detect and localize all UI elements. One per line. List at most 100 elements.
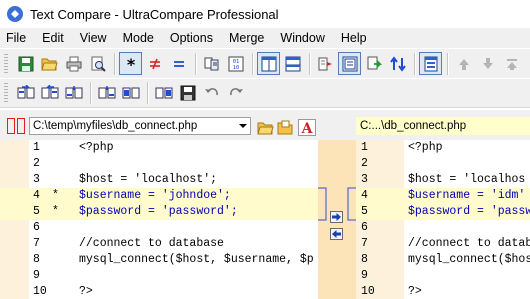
menu-mode[interactable]: Mode <box>115 28 162 48</box>
right-editor-pane[interactable]: 1 <?php 2 3 $host = 'localhos 4 $username = 'i… <box>356 140 530 299</box>
copy-right-to-left-icon[interactable] <box>38 82 61 105</box>
chevron-down-icon[interactable] <box>239 124 247 128</box>
merge-right-button[interactable] <box>330 211 343 223</box>
left-line-9[interactable]: 9 <box>0 268 318 284</box>
left-file-marker <box>7 118 15 134</box>
line-number: 10 <box>33 285 47 298</box>
redo-icon[interactable] <box>224 82 247 105</box>
right-line-7[interactable]: 7 //connect to datab <box>356 236 530 252</box>
merge-icon[interactable] <box>314 52 337 75</box>
difference-marker: * <box>52 205 59 218</box>
line-number: 9 <box>361 269 368 282</box>
toolbar-grip[interactable] <box>4 53 8 74</box>
two-pane-icon[interactable] <box>257 52 280 75</box>
compare-icon[interactable] <box>200 52 223 75</box>
right-file-marker <box>17 118 25 134</box>
previous-difference-icon[interactable] <box>452 52 475 75</box>
line-number: 7 <box>361 237 368 250</box>
right-line-3[interactable]: 3 $host = 'localhos <box>356 172 530 188</box>
first-difference-icon[interactable] <box>500 52 523 75</box>
svg-text:10: 10 <box>232 65 239 71</box>
title-bar: Text Compare - UltraCompare Professional <box>0 0 530 28</box>
toolbar-separator <box>309 52 310 75</box>
left-line-8[interactable]: 8 mysql_connect($host, $username, $p <box>0 252 318 268</box>
left-line-3[interactable]: 3 $host = 'localhost'; <box>0 172 318 188</box>
left-line-10[interactable]: 10 ?> <box>0 284 318 299</box>
code-text: <?php <box>408 141 443 154</box>
left-line-6[interactable]: 6 <box>0 220 318 236</box>
right-line-4[interactable]: 4 $username = 'idm' <box>356 188 530 204</box>
print-icon[interactable] <box>62 52 85 75</box>
binary-compare-icon[interactable]: 01 10 <box>224 52 247 75</box>
menu-edit[interactable]: Edit <box>34 28 72 48</box>
next-difference-icon[interactable] <box>476 52 499 75</box>
show-all-icon[interactable]: * <box>119 52 142 75</box>
view-mode-icon[interactable] <box>338 52 361 75</box>
menu-file[interactable]: File <box>0 28 34 48</box>
open-folder-icon[interactable] <box>38 52 61 75</box>
right-line-9[interactable]: 9 <box>356 268 530 284</box>
left-line-5[interactable]: 5 * $password = 'password'; <box>0 204 318 220</box>
save-icon[interactable] <box>14 52 37 75</box>
arrow-right-icon <box>332 213 341 221</box>
single-pane-icon[interactable] <box>419 52 442 75</box>
menu-options[interactable]: Options <box>162 28 221 48</box>
left-path-combo[interactable]: C:\temp\myfiles\db_connect.php <box>29 117 251 135</box>
copy-block-right-icon[interactable] <box>152 82 175 105</box>
menu-help[interactable]: Help <box>333 28 375 48</box>
copy-left-to-right-icon[interactable] <box>14 82 37 105</box>
svg-text:A: A <box>300 121 313 136</box>
line-number: 3 <box>33 173 40 186</box>
right-path-text: C:...\db_connect.php <box>360 120 467 132</box>
right-line-2[interactable]: 2 <box>356 156 530 172</box>
menu-bar: File Edit View Mode Options Merge Window… <box>0 28 530 48</box>
left-editor-pane[interactable]: 1 <?php 2 3 $host = 'localhost'; 4 * $username … <box>0 140 318 299</box>
code-text: <?php <box>79 141 114 154</box>
line-number: 3 <box>361 173 368 186</box>
code-text: mysql_connect($host, $username, $p <box>79 253 314 266</box>
code-text: $username = 'idm' <box>408 189 526 202</box>
sync-icon[interactable] <box>362 52 385 75</box>
right-line-1[interactable]: 1 <?php <box>356 140 530 156</box>
left-line-2[interactable]: 2 <box>0 156 318 172</box>
left-line-7[interactable]: 7 //connect to database <box>0 236 318 252</box>
toolbar-grip[interactable] <box>4 83 8 103</box>
menu-view[interactable]: View <box>72 28 115 48</box>
sort-icon[interactable] <box>386 52 409 75</box>
code-text: mysql_connect($hos <box>408 253 530 266</box>
browse-folder-icon[interactable] <box>274 116 297 139</box>
left-path-text: C:\temp\myfiles\db_connect.php <box>33 120 198 132</box>
toolbar-separator <box>114 52 115 75</box>
copy-line-left-icon[interactable] <box>62 82 85 105</box>
left-line-4[interactable]: 4 * $username = 'johndoe'; <box>0 188 318 204</box>
right-line-10[interactable]: 10 ?> <box>356 284 530 299</box>
show-differences-icon[interactable] <box>143 52 166 75</box>
right-path[interactable]: C:...\db_connect.php <box>356 117 530 135</box>
undo-icon[interactable] <box>200 82 223 105</box>
line-number: 6 <box>33 221 40 234</box>
menu-window[interactable]: Window <box>272 28 332 48</box>
horizontal-split-icon[interactable] <box>281 52 304 75</box>
print-preview-icon[interactable] <box>86 52 109 75</box>
code-text: ?> <box>79 285 93 298</box>
left-line-1[interactable]: 1 <?php <box>0 140 318 156</box>
copy-block-left-icon[interactable] <box>119 82 142 105</box>
font-icon[interactable]: A <box>295 116 318 139</box>
copy-line-right-icon[interactable] <box>95 82 118 105</box>
code-text: $password = 'passw <box>408 205 530 218</box>
toolbar-separator <box>252 52 253 75</box>
right-line-6[interactable]: 6 <box>356 220 530 236</box>
merge-left-button[interactable] <box>330 228 343 240</box>
toolbar-separator <box>147 82 148 104</box>
right-line-5[interactable]: 5 $password = 'passw <box>356 204 530 220</box>
merge-toolbar <box>0 78 530 108</box>
toolbar-separator <box>90 82 91 104</box>
arrow-left-icon <box>332 230 341 238</box>
show-matches-icon[interactable] <box>167 52 190 75</box>
line-number: 4 <box>361 189 368 202</box>
right-line-8[interactable]: 8 mysql_connect($hos <box>356 252 530 268</box>
difference-marker: * <box>52 189 59 202</box>
save-merged-icon[interactable] <box>176 82 199 105</box>
code-text: ?> <box>408 285 422 298</box>
menu-merge[interactable]: Merge <box>221 28 272 48</box>
